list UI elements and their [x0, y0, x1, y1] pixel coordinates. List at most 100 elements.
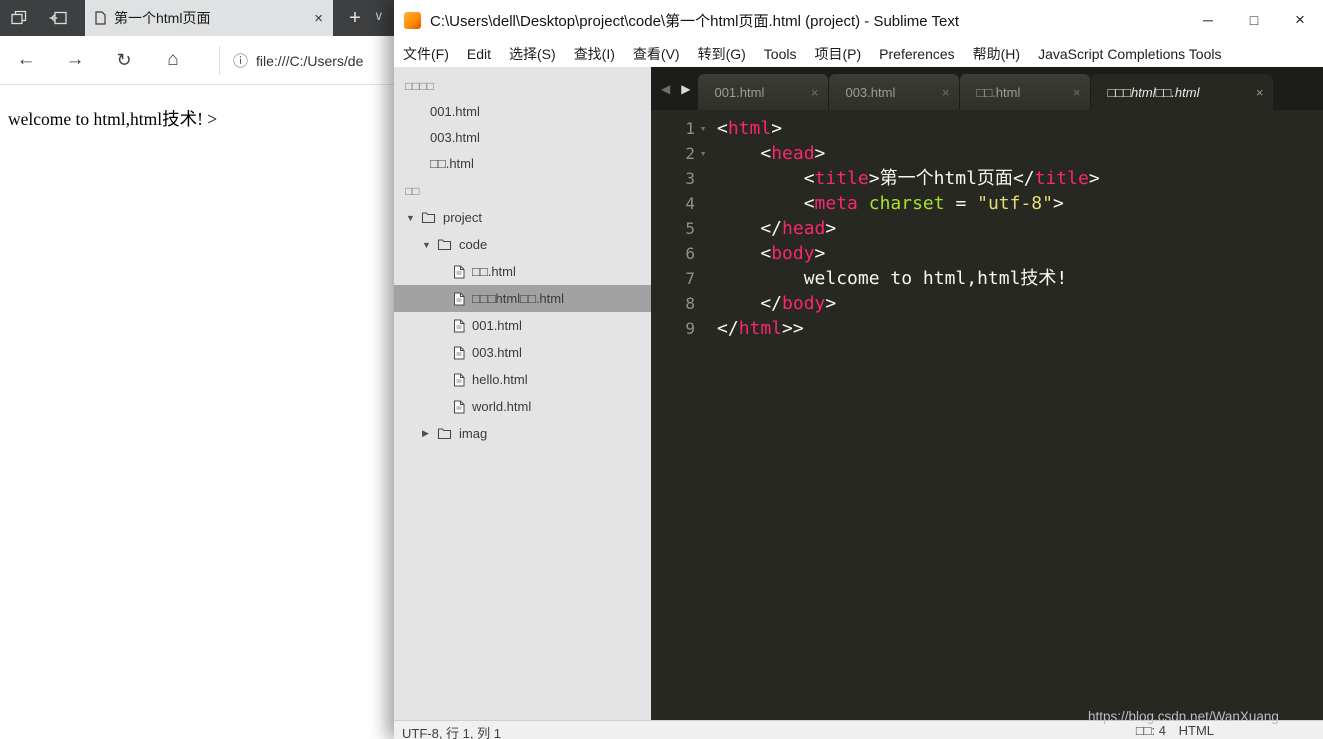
tree-item-label: world.html [472, 399, 532, 414]
tree-folder-row[interactable]: ▶ imag [394, 420, 651, 447]
menu-item[interactable]: Preferences [870, 46, 963, 62]
code-area[interactable]: 1 ▾ <html> 2 ▾ <head> 3 <title>第一个html页面</tit… [651, 110, 1323, 720]
browser-tab-strip: 第一个html页面 × + ∨ [0, 0, 394, 36]
tab-close-icon[interactable]: × [942, 85, 950, 100]
status-syntax[interactable]: HTML [1179, 723, 1214, 738]
chevron-down-icon[interactable]: ▼ [406, 213, 421, 223]
menu-item[interactable]: 转到(G) [689, 44, 755, 64]
new-tab-button[interactable]: + [340, 0, 370, 36]
tree-item-label: 001.html [472, 318, 522, 333]
chevron-right-icon[interactable]: ▶ [422, 428, 437, 439]
tab-preview-icon[interactable] [10, 10, 30, 26]
open-file-item[interactable]: 003.html [394, 125, 651, 151]
open-files-list: 001.html 003.html □□.html [394, 99, 651, 177]
page-text: welcome to html,html技术! > [8, 109, 218, 129]
chevron-down-icon[interactable]: ∨ [374, 8, 384, 24]
code-token: < [717, 168, 815, 189]
editor-tab[interactable]: □□□html□□.html × [1091, 74, 1274, 110]
code-line-content: <html> [717, 116, 782, 141]
code-token: body [771, 243, 815, 264]
menu-item[interactable]: 项目(P) [805, 44, 870, 64]
chevron-down-icon[interactable]: ▼ [422, 240, 437, 250]
line-number: 2 [685, 144, 695, 163]
fold-arrow-icon[interactable]: ▾ [695, 116, 711, 141]
info-icon[interactable]: ⓘ [233, 50, 248, 71]
code-token: </ [717, 293, 783, 314]
file-icon [453, 400, 465, 414]
code-line: 5 </head> [655, 216, 1323, 241]
tree-file-row[interactable]: □□.html [394, 258, 651, 285]
tree-folder-row[interactable]: ▼ project [394, 204, 651, 231]
menu-item[interactable]: 查看(V) [624, 44, 689, 64]
url-text: file:///C:/Users/de [256, 52, 364, 69]
tab-scroll-right-icon[interactable]: ▶ [681, 82, 690, 96]
menu-item[interactable]: Tools [755, 46, 806, 62]
menu-item[interactable]: 文件(F) [394, 44, 458, 64]
tree-item-label: 003.html [472, 345, 522, 360]
close-button[interactable]: × [1277, 0, 1323, 40]
tab-close-icon[interactable]: × [811, 85, 819, 100]
tree-file-row[interactable]: hello.html [394, 366, 651, 393]
open-file-item[interactable]: 001.html [394, 99, 651, 125]
tab-close-icon[interactable]: × [1073, 85, 1081, 100]
code-token: = [944, 193, 978, 214]
tree-file-row[interactable]: □□□html□□.html [394, 285, 651, 312]
editor-column: ◀ ▶ 001.html × 003.html × □□.html × □□□html□□.… [651, 67, 1323, 720]
code-line: 4 <meta charset = "utf-8"> [655, 191, 1323, 216]
code-token: > [814, 143, 826, 164]
code-token: head [771, 143, 815, 164]
line-number: 9 [685, 319, 695, 338]
editor-tab[interactable]: □□.html × [960, 74, 1091, 110]
tree-file-row[interactable]: 001.html [394, 312, 651, 339]
tree-file-row[interactable]: 003.html [394, 339, 651, 366]
code-token: body [782, 293, 826, 314]
home-button[interactable]: ⌂ [155, 36, 191, 84]
main-area: □□□□ 001.html 003.html □□.html □□ ▼ project… [394, 67, 1323, 720]
tab-nav-arrows: ◀ ▶ [659, 67, 698, 110]
tree-item-label: hello.html [472, 372, 528, 387]
code-line-content: welcome to html,html技术! [717, 266, 1068, 291]
line-number: 1 [685, 119, 695, 138]
tab-close-icon[interactable]: × [1256, 85, 1264, 100]
back-button[interactable]: ← [8, 36, 44, 84]
code-line-content: </body> [717, 291, 836, 316]
tree-folder-row[interactable]: ▼ code [394, 231, 651, 258]
tab-scroll-left-icon[interactable]: ◀ [661, 82, 670, 96]
code-token: < [717, 118, 728, 139]
menu-item[interactable]: JavaScript Completions Tools [1029, 46, 1230, 62]
forward-button[interactable]: → [57, 36, 93, 84]
menu-item[interactable]: 选择(S) [500, 44, 565, 64]
maximize-button[interactable]: □ [1231, 0, 1277, 40]
sublime-app-icon [404, 11, 421, 29]
menu-item[interactable]: 帮助(H) [964, 44, 1029, 64]
code-line-content: <head> [717, 141, 825, 166]
set-tabs-aside-icon[interactable] [48, 10, 68, 26]
code-line: 3 <title>第一个html页面</title> [655, 166, 1323, 191]
code-token: "utf-8" [977, 193, 1053, 214]
address-bar[interactable]: ⓘ file:///C:/Users/de [219, 46, 394, 75]
menu-bar: 文件(F) Edit 选择(S) 查找(I) 查看(V) 转到(G) Tools 项目(P) P… [394, 40, 1323, 67]
title-bar[interactable]: C:\Users\dell\Desktop\project\code\第一个ht… [394, 0, 1323, 40]
refresh-button[interactable]: ↻ [106, 36, 142, 84]
fold-arrow-icon[interactable]: ▾ [695, 141, 711, 166]
file-icon [453, 265, 465, 279]
menu-item[interactable]: Edit [458, 46, 500, 62]
folder-icon [421, 211, 436, 224]
tab-close-icon[interactable]: × [314, 10, 323, 27]
editor-tab[interactable]: 003.html × [829, 74, 960, 110]
minimize-button[interactable]: ─ [1185, 0, 1231, 40]
code-token: </ [717, 318, 739, 339]
sidebar: □□□□ 001.html 003.html □□.html □□ ▼ project… [394, 67, 651, 720]
code-token: title [1034, 168, 1089, 189]
status-tab-size[interactable]: □□: 4 [1136, 723, 1166, 738]
tree-file-row[interactable]: world.html [394, 393, 651, 420]
open-file-item[interactable]: □□.html [394, 151, 651, 177]
browser-tab[interactable]: 第一个html页面 × [85, 0, 333, 36]
menu-item[interactable]: 查找(I) [565, 44, 624, 64]
code-token: > [771, 118, 783, 139]
editor-tab[interactable]: 001.html × [698, 74, 829, 110]
